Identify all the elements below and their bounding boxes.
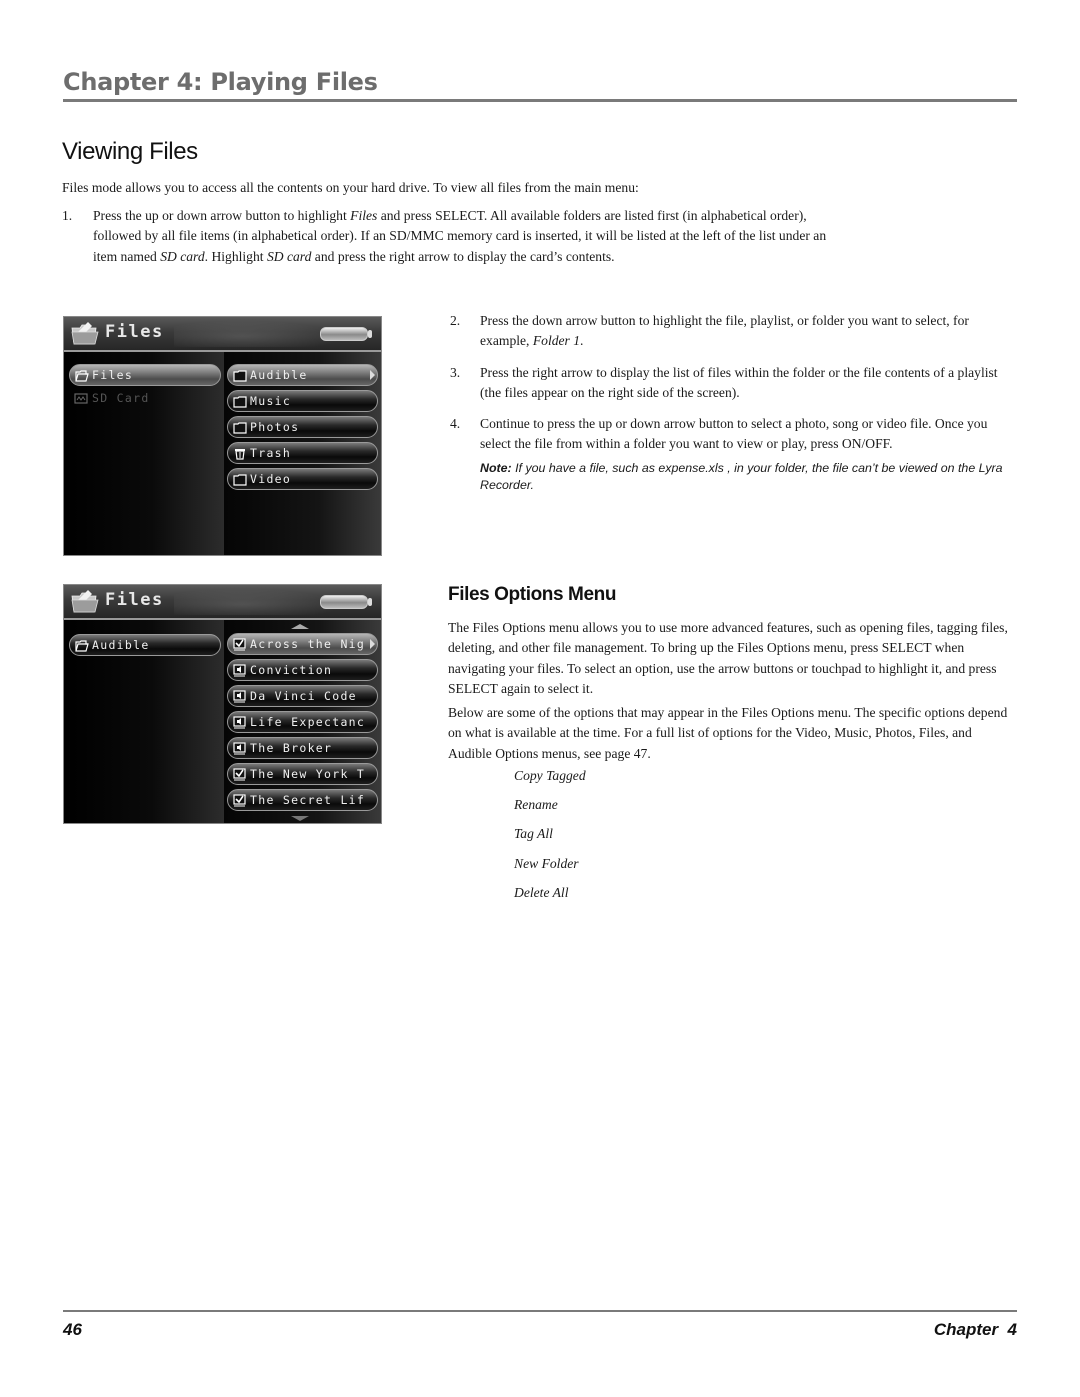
folder-icon [233, 369, 247, 382]
right-item-book[interactable]: The Secret Lif [227, 789, 378, 811]
chapter-rule [63, 99, 1017, 102]
right-item-book[interactable]: Life Expectanc [227, 711, 378, 733]
right-item-audible[interactable]: Audible [227, 364, 378, 386]
trash-icon [235, 448, 245, 460]
step-text: Press the down arrow button to highlight… [480, 311, 1020, 352]
item-label: Video [250, 472, 292, 486]
device-screen-audible: Files Audible Across the Nig Conviction … [63, 584, 382, 824]
right-item-book[interactable]: Da Vinci Code [227, 685, 378, 707]
item-label: Across the Nig [250, 637, 366, 651]
item-label: SD Card [92, 391, 150, 405]
item-label: Music [250, 394, 292, 408]
option-delete-all: Delete All [514, 884, 569, 900]
step-number: 1. [62, 208, 73, 223]
scroll-up-arrow-icon[interactable] [291, 624, 309, 629]
note-label: Note: [480, 460, 512, 475]
emphasis-sd-card: SD card [266, 248, 312, 264]
section-title-files-options: Files Options Menu [448, 584, 617, 605]
step-3: 3. Press the right arrow to display the … [450, 363, 1020, 404]
item-label: Files [92, 368, 134, 382]
tagged-book-icon [233, 637, 246, 650]
audio-book-icon [233, 663, 246, 676]
sd-card-icon [74, 392, 88, 404]
tagged-book-icon [233, 793, 246, 806]
text-run: Press the up or down arrow button to hig… [93, 208, 351, 223]
audio-book-icon [233, 741, 246, 754]
left-item-audible[interactable]: Audible [69, 634, 221, 656]
right-item-video[interactable]: Video [227, 468, 378, 490]
item-label: Photos [250, 420, 300, 434]
item-label: The Broker [250, 741, 333, 755]
battery-icon [320, 595, 372, 609]
right-item-book[interactable]: Conviction [227, 659, 378, 681]
step-4: 4. Continue to press the up or down arro… [450, 414, 1020, 455]
item-label: Audible [92, 638, 150, 652]
item-label: The Secret Lif [250, 793, 366, 807]
item-label: Trash [250, 446, 292, 460]
section-title-viewing-files: Viewing Files [62, 138, 198, 165]
chapter-title: Chapter 4: Playing Files [63, 68, 378, 96]
step-1: 1. Press the up or down arrow button to … [62, 206, 832, 267]
step-number: 4. [450, 416, 461, 432]
item-label: Conviction [250, 663, 333, 677]
left-item-sd-card[interactable]: SD Card [74, 391, 150, 405]
step-number: 3. [450, 364, 461, 380]
folder-icon [233, 473, 247, 486]
step-number: 2. [450, 313, 461, 328]
option-copy-tagged: Copy Tagged [514, 768, 586, 783]
page-number: 46 [63, 1320, 82, 1339]
options-list: Copy Tagged Rename Tag All New Folder De… [514, 768, 586, 914]
step-text: Press the up or down arrow button to hig… [93, 206, 832, 267]
text-run: and press the right arrow to display the… [311, 248, 615, 264]
right-item-photos[interactable]: Photos [227, 416, 378, 438]
chevron-right-icon [370, 370, 375, 380]
left-item-files[interactable]: Files [69, 364, 221, 386]
option-tag-all: Tag All [514, 826, 553, 842]
emphasis-files: Files [350, 208, 378, 223]
right-item-book[interactable]: Across the Nig [227, 633, 378, 655]
right-item-music[interactable]: Music [227, 390, 378, 412]
step-2: 2. Press the down arrow button to highli… [450, 311, 1020, 352]
folder-icon [233, 395, 247, 408]
scroll-down-arrow-icon[interactable] [291, 816, 309, 821]
item-label: Da Vinci Code [250, 689, 357, 703]
right-item-trash[interactable]: Trash [227, 442, 378, 464]
item-label: Audible [250, 368, 308, 382]
right-item-book[interactable]: The New York T [227, 763, 378, 785]
audio-book-icon [233, 715, 246, 728]
files-options-paragraph-2: Below are some of the options that may a… [448, 705, 1008, 761]
chevron-right-icon [370, 639, 375, 649]
step-text: Continue to press the up or down arrow b… [480, 416, 988, 452]
screen-title: Files [105, 590, 164, 610]
note: Note: If you have a file, such as expens… [480, 460, 1020, 494]
folder-icon [233, 421, 247, 434]
option-rename: Rename [514, 797, 558, 813]
screen-title-bar: Files [64, 317, 381, 352]
footer-rule [63, 1310, 1017, 1312]
right-item-book[interactable]: The Broker [227, 737, 378, 759]
note-text: If you have a file, such as expense.xls … [480, 460, 1003, 492]
text-run: . [580, 333, 584, 349]
files-folder-icon [71, 590, 99, 613]
tagged-book-icon [233, 767, 246, 780]
option-new-folder: New Folder [514, 855, 579, 871]
item-label: Life Expectanc [250, 715, 366, 729]
audio-book-icon [233, 689, 246, 702]
files-options-paragraph-1: The Files Options menu allows you to use… [448, 620, 1008, 696]
emphasis-sd-card: SD card [160, 248, 205, 264]
screen-title-bar: Files [64, 585, 381, 620]
item-label: The New York T [250, 767, 366, 781]
open-folder-icon [75, 369, 89, 382]
emphasis-folder: Folder 1 [532, 333, 581, 349]
text-run: . Highlight [204, 248, 267, 264]
files-folder-icon [71, 322, 99, 345]
screen-title: Files [105, 322, 164, 342]
steps-list-right: 2. Press the down arrow button to highli… [450, 311, 1020, 494]
intro-paragraph: Files mode allows you to access all the … [62, 180, 639, 195]
open-folder-icon [75, 639, 89, 652]
battery-icon [320, 327, 372, 341]
device-screen-files-root: Files Files SD Card Audible Music Photos… [63, 316, 382, 556]
step-text: Press the right arrow to display the lis… [480, 364, 998, 400]
footer-chapter-label: Chapter 4 [933, 1320, 1017, 1339]
